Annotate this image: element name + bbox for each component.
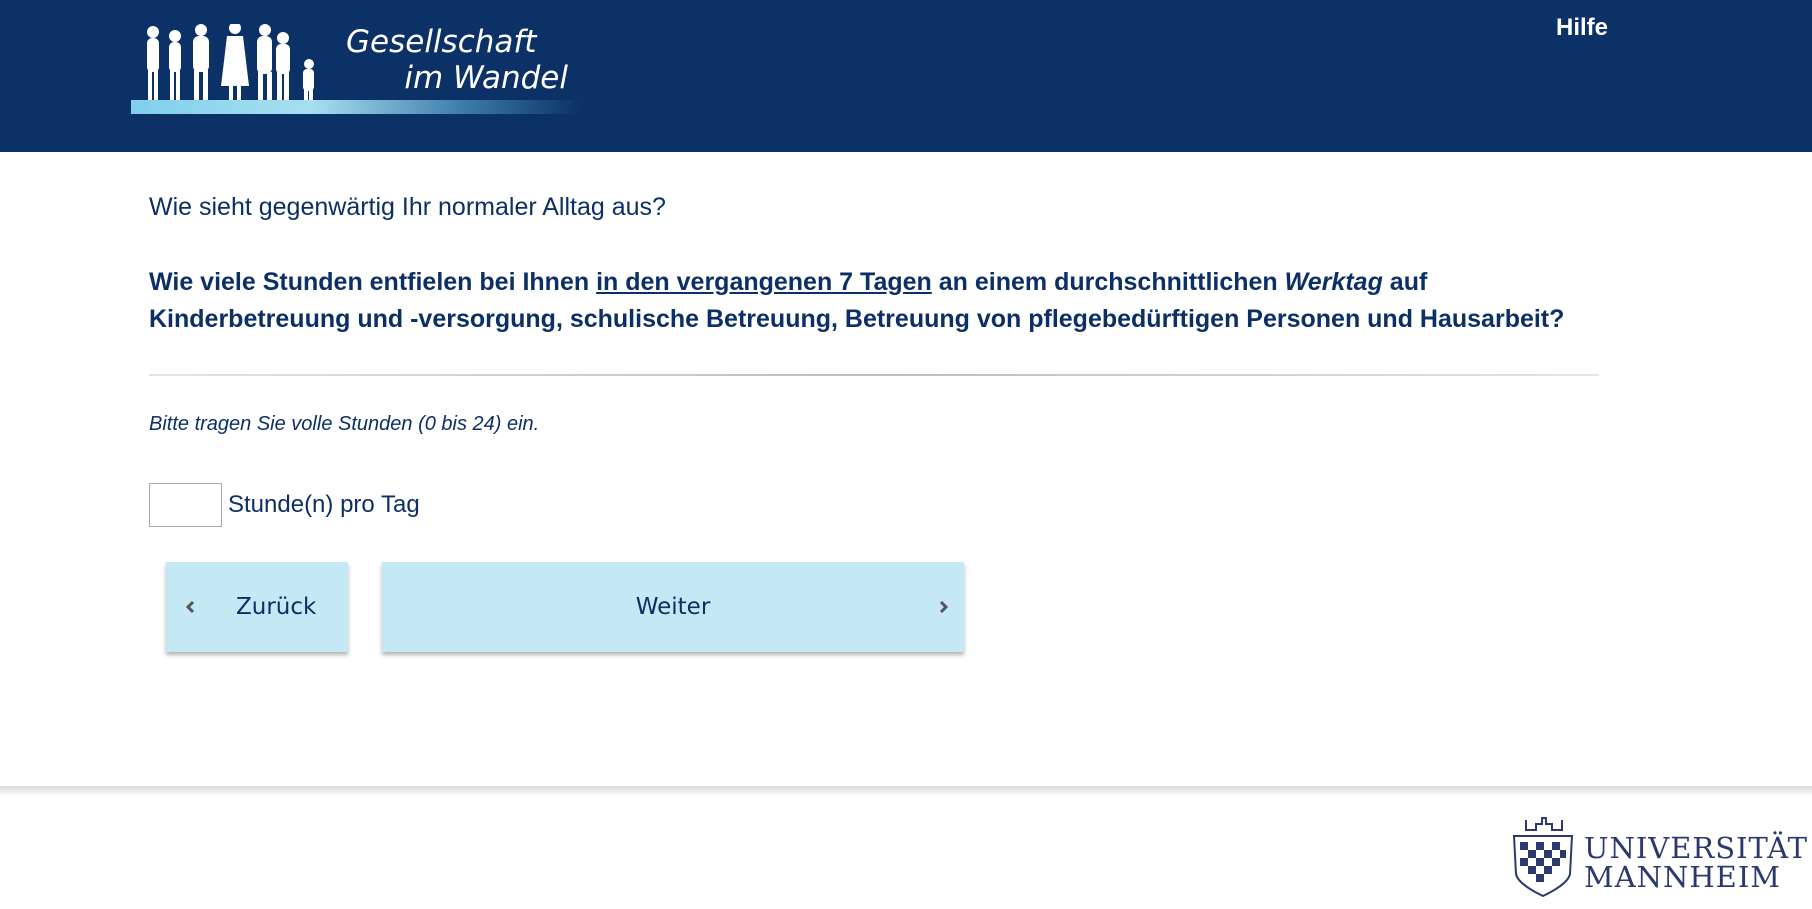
question-text: Wie viele Stunden entfielen bei Ihnen in…: [149, 264, 1599, 338]
instruction-text: Bitte tragen Sie volle Stunden (0 bis 24…: [149, 413, 540, 435]
universitaet-mannheim-logo: UNIVERSITÄT MANNHEIM: [1504, 814, 1807, 899]
question-part-1: Wie viele Stunden entfielen bei Ihnen: [149, 268, 597, 296]
section-intro: Wie sieht gegenwärtig Ihr normaler Allta…: [149, 193, 666, 221]
gesellschaft-im-wandel-logo: Gesellschaft im Wandel: [131, 12, 581, 130]
next-button[interactable]: Weiter: [382, 562, 964, 652]
chevron-left-icon: [184, 562, 196, 652]
question-werktag: Werktag: [1284, 268, 1383, 296]
header-bar: Gesellschaft im Wandel Hilfe: [0, 0, 1812, 152]
mannheim-crest-icon: [1512, 817, 1574, 898]
back-button[interactable]: Zurück: [166, 562, 348, 652]
footer-divider: [0, 786, 1812, 796]
university-name: UNIVERSITÄT MANNHEIM: [1584, 834, 1808, 892]
logo-title: Gesellschaft im Wandel: [346, 24, 576, 96]
question-part-2: an einem durchschnittlichen: [931, 268, 1285, 296]
logo-line-1: Gesellschaft: [346, 24, 537, 60]
divider: [149, 374, 1599, 376]
next-button-label: Weiter: [635, 594, 711, 620]
answer-row: Stunde(n) pro Tag: [149, 483, 420, 527]
hours-unit-label: Stunde(n) pro Tag: [228, 491, 420, 518]
university-name-line-1: UNIVERSITÄT: [1584, 831, 1808, 865]
help-link[interactable]: Hilfe: [1556, 14, 1608, 42]
hours-input[interactable]: [149, 483, 222, 527]
back-button-label: Zurück: [236, 594, 317, 620]
logo-line-2: im Wandel: [404, 60, 568, 96]
logo-gradient-strip: [131, 100, 581, 114]
university-name-line-2: MANNHEIM: [1584, 860, 1781, 894]
question-time-period: in den vergangenen 7 Tagen: [596, 268, 932, 296]
chevron-right-icon: [938, 562, 950, 652]
